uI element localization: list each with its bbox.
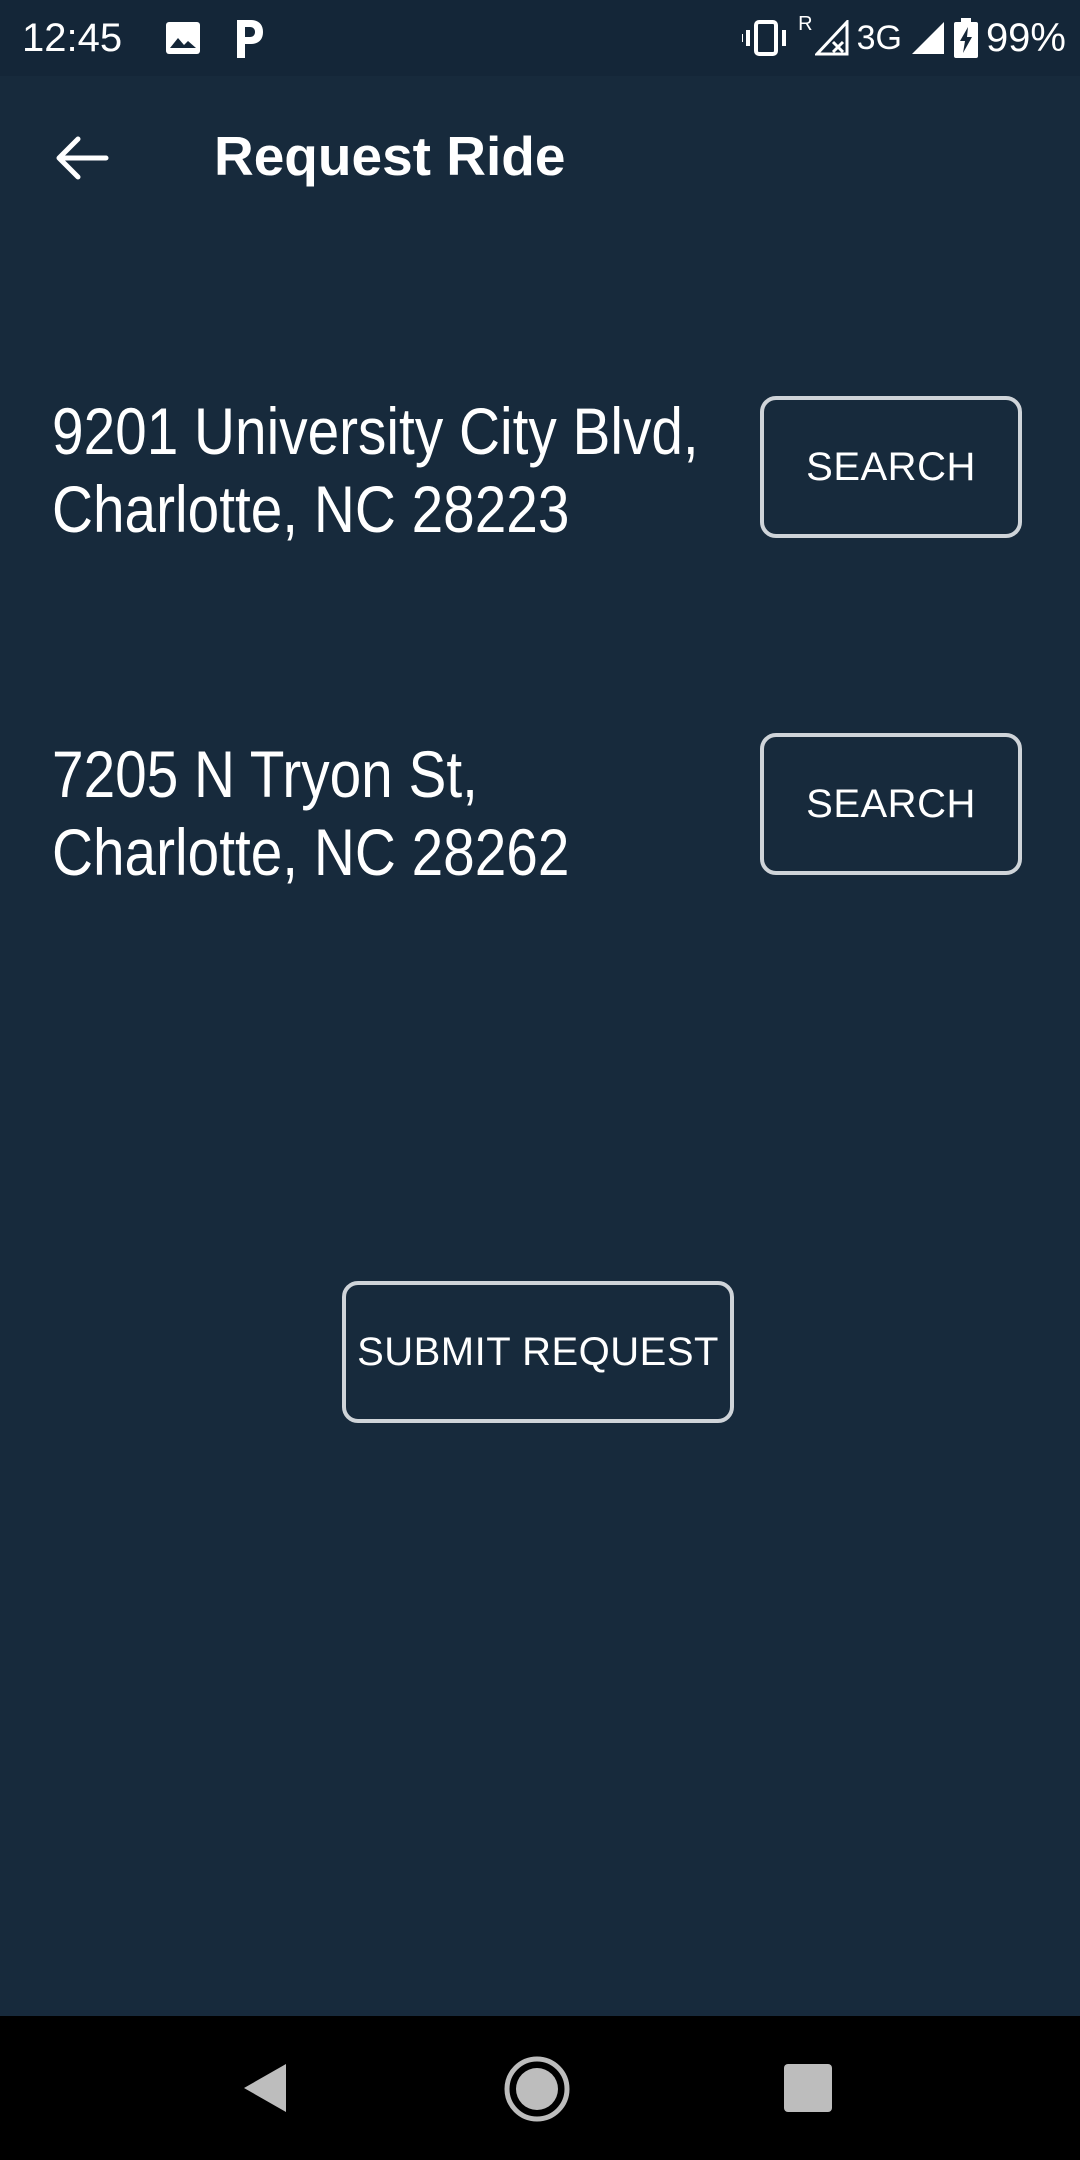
signal-roaming-icon: [814, 20, 849, 56]
navigation-bar: [0, 2016, 1080, 2160]
address-row-2: 7205 N Tryon St, Charlotte, NC 28262 SEA…: [0, 733, 1080, 895]
back-button[interactable]: [40, 116, 124, 200]
status-bar: 12:45 R 3G 99%: [0, 0, 1080, 76]
address-text-1: 9201 University City Blvd, Charlotte, NC…: [52, 392, 699, 548]
address-line1: 7205 N Tryon St,: [52, 737, 478, 811]
network-type: 3G: [856, 19, 902, 57]
address-line2: Charlotte, NC 28262: [52, 815, 570, 889]
gallery-icon: [166, 22, 200, 54]
roaming-indicator: R: [798, 12, 813, 35]
nav-recents-icon[interactable]: [784, 2064, 832, 2112]
battery-charging-icon: [953, 18, 978, 58]
search-button-1[interactable]: SEARCH: [760, 396, 1022, 538]
address-line2: Charlotte, NC 28223: [52, 472, 570, 546]
page-title: Request Ride: [214, 125, 566, 187]
status-icons-right: R 3G 99%: [734, 12, 1066, 62]
signal-icon: [911, 22, 944, 54]
request-ride-screen: 12:45 R 3G 99% Request Ride 9201 Univers…: [0, 0, 1080, 2160]
submit-request-button[interactable]: SUBMIT REQUEST: [342, 1281, 734, 1423]
p-icon: [237, 20, 263, 58]
address-text-2: 7205 N Tryon St, Charlotte, NC 28262: [52, 735, 620, 891]
address-line1: 9201 University City Blvd,: [52, 394, 699, 468]
arrow-back-icon: [56, 136, 109, 180]
search-button-2[interactable]: SEARCH: [760, 733, 1022, 875]
address-row-1: 9201 University City Blvd, Charlotte, NC…: [0, 392, 1080, 552]
nav-home-icon[interactable]: [504, 2056, 570, 2122]
nav-back-icon[interactable]: [242, 2062, 288, 2114]
app-bar: Request Ride: [0, 76, 1080, 248]
status-time: 12:45: [22, 16, 123, 60]
vibrate-icon: [742, 20, 787, 56]
battery-percentage: 99%: [985, 16, 1066, 60]
